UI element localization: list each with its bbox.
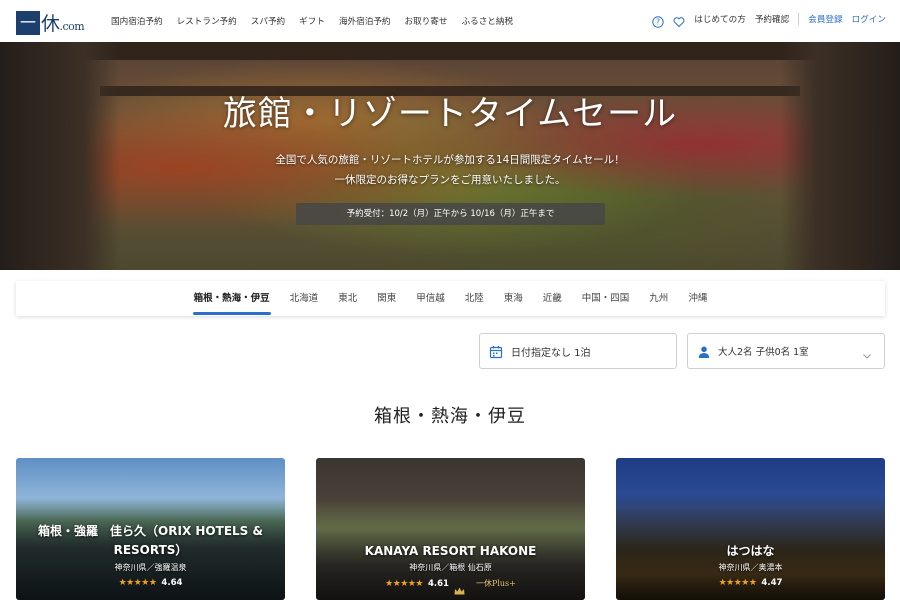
register-link[interactable]: 会員登録 — [808, 13, 842, 25]
chevron-down-icon — [862, 346, 872, 359]
hero-subtitle-line2: 一休限定のお得なプランをご用意いたしました。 — [334, 174, 566, 186]
nav-gift[interactable]: ギフト — [299, 15, 325, 27]
person-icon — [697, 344, 711, 358]
hero-subtitle-line1: 全国で人気の旅館・リゾートホテルが参加する14日間限定タイムセール！ — [275, 154, 625, 166]
tab-chugoku-shikoku[interactable]: 中国・四国 — [582, 281, 630, 316]
hotel-card[interactable]: 箱根・強羅 佳ら久（ORIX HOTELS & RESORTS） 神奈川県／強羅… — [16, 458, 285, 600]
hotel-rating: ★★★★★ 4.64 — [16, 578, 285, 588]
tab-tokai[interactable]: 東海 — [504, 281, 523, 316]
tab-koshinetsu[interactable]: 甲信越 — [416, 281, 445, 316]
star-rating-icon: ★★★★★ — [718, 578, 757, 588]
hotel-location: 神奈川県／奥湯本 — [718, 563, 783, 572]
crown-icon — [454, 580, 465, 594]
star-rating-icon: ★★★★★ — [118, 578, 157, 588]
hotel-rating: ★★★★★ 4.47 — [616, 578, 885, 588]
tab-hokkaido[interactable]: 北海道 — [290, 281, 319, 316]
hotel-card[interactable]: KANAYA RESORT HAKONE 神奈川県／箱根 仙石原 ★★★★★ 4… — [316, 458, 585, 600]
tab-kinki[interactable]: 近畿 — [543, 281, 562, 316]
hotel-name: はつはな — [726, 544, 775, 558]
hotel-rating: ★★★★★ 4.61 一休Plus+ — [316, 578, 585, 594]
first-time-link[interactable]: はじめての方 — [694, 13, 746, 25]
ikyu-plus-badge: 一休Plus+ — [475, 579, 516, 588]
calendar-icon — [489, 344, 503, 359]
hotel-name: 箱根・強羅 佳ら久（ORIX HOTELS & RESORTS） — [38, 524, 263, 557]
header-divider — [798, 13, 800, 25]
nav-otoriyose[interactable]: お取り寄せ — [405, 15, 448, 27]
nav-domestic-stay[interactable]: 国内宿泊予約 — [111, 15, 163, 27]
rating-score: 4.64 — [161, 578, 183, 588]
tab-okinawa[interactable]: 沖縄 — [688, 281, 707, 316]
nav-spa[interactable]: スパ予約 — [251, 15, 285, 27]
nav-restaurant[interactable]: レストラン予約 — [177, 15, 237, 27]
site-logo[interactable]: 一 休.com — [16, 9, 85, 36]
date-selector-value: 日付指定なし 1泊 — [511, 347, 591, 359]
rating-score: 4.61 — [427, 578, 449, 589]
main-nav: 国内宿泊予約 レストラン予約 スパ予約 ギフト 海外宿泊予約 お取り寄せ ふるさ… — [111, 15, 513, 27]
star-rating-icon: ★★★★★ — [385, 578, 423, 589]
hotel-location: 神奈川県／強羅温泉 — [114, 563, 187, 572]
tab-hokuriku[interactable]: 北陸 — [465, 281, 484, 316]
site-header: 一 休.com 国内宿泊予約 レストラン予約 スパ予約 ギフト 海外宿泊予約 お… — [0, 0, 900, 42]
hero-banner: 旅館・リゾートタイムセール 全国で人気の旅館・リゾートホテルが参加する14日間限… — [0, 42, 900, 270]
guest-selector-value: 大人2名 子供0名 1室 — [718, 347, 809, 358]
hero-title: 旅館・リゾートタイムセール — [222, 94, 678, 134]
header-account-links: ? はじめての方 予約確認 会員登録 ログイン — [652, 13, 886, 28]
section-title: 箱根・熱海・伊豆 — [374, 406, 526, 427]
guest-selector[interactable]: 大人2名 子供0名 1室 — [687, 333, 885, 369]
nav-overseas-stay[interactable]: 海外宿泊予約 — [339, 15, 391, 27]
hotel-name: KANAYA RESORT HAKONE — [364, 544, 537, 558]
svg-text:?: ? — [656, 18, 660, 27]
logo-wordmark: 休.com — [41, 13, 85, 35]
tab-kanto[interactable]: 関東 — [377, 281, 396, 316]
booking-period-badge: 予約受付：10/2（月）正午から 10/16（月）正午まで — [296, 203, 605, 225]
hotel-location: 神奈川県／箱根 仙石原 — [409, 563, 492, 572]
login-link[interactable]: ログイン — [852, 13, 886, 25]
logo-mark: 一 — [16, 10, 40, 35]
reservation-check-link[interactable]: 予約確認 — [755, 13, 789, 25]
tab-hakone-atami-izu[interactable]: 箱根・熱海・伊豆 — [192, 281, 271, 316]
rating-score: 4.47 — [761, 578, 783, 588]
region-tabs: 箱根・熱海・伊豆 北海道 東北 関東 甲信越 北陸 東海 近畿 中国・四国 九州… — [16, 281, 885, 316]
date-selector[interactable]: 日付指定なし 1泊 — [479, 333, 677, 369]
tab-kyushu[interactable]: 九州 — [649, 281, 668, 316]
heart-icon[interactable] — [673, 13, 685, 28]
question-circle-icon[interactable]: ? — [652, 13, 664, 28]
hotel-card[interactable]: はつはな 神奈川県／奥湯本 ★★★★★ 4.47 — [616, 458, 885, 600]
tab-tohoku[interactable]: 東北 — [338, 281, 357, 316]
nav-furusato[interactable]: ふるさと納税 — [462, 15, 514, 27]
